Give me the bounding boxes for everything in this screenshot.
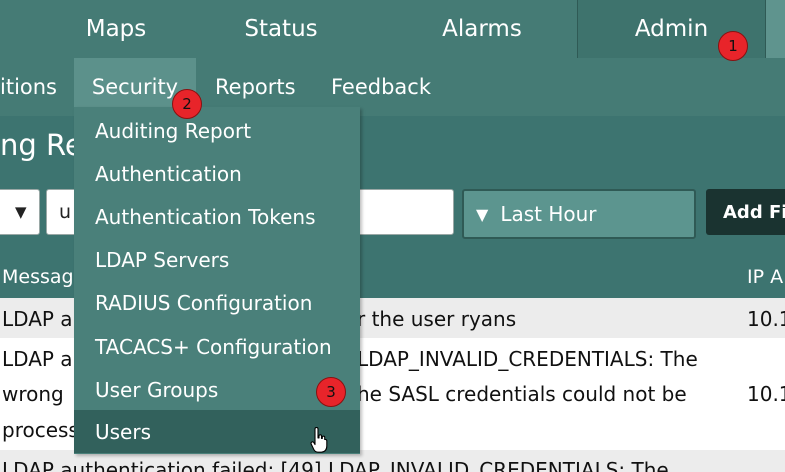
table-cell-message: LDAP a — [2, 307, 73, 331]
table-cell-ip: 10.1 — [747, 382, 785, 406]
table-cell-message: process — [2, 418, 79, 442]
table-cell-message: LDAP authentication failed: [49] LDAP_IN… — [2, 458, 669, 472]
menu-item-authentication[interactable]: Authentication — [74, 152, 360, 195]
tab-alarms[interactable]: Alarms — [412, 0, 552, 58]
table-cell-message: r the user ryans — [357, 307, 517, 331]
subnav-item-definitions[interactable]: itions — [0, 58, 70, 116]
filter-text-value: u — [59, 201, 72, 223]
step-badge-1: 1 — [718, 31, 748, 61]
table-cell-message: wrong — [2, 382, 64, 406]
tab-maps[interactable]: Maps — [60, 0, 172, 58]
column-header-message[interactable]: Messag — [2, 255, 74, 298]
field-select[interactable]: ▼ — [0, 189, 40, 235]
menu-item-ldap-servers[interactable]: LDAP Servers — [74, 238, 360, 281]
table-cell-message: LDAP a — [2, 347, 73, 371]
menu-item-auditing-report[interactable]: Auditing Report — [74, 109, 360, 152]
step-badge-3: 3 — [316, 377, 346, 407]
menu-item-tacacs-configuration[interactable]: TACACS+ Configuration — [74, 325, 360, 368]
pointer-hand-icon — [310, 427, 328, 453]
table-cell-ip: 10.1 — [747, 307, 785, 331]
tab-status[interactable]: Status — [215, 0, 347, 58]
step-badge-2: 2 — [172, 89, 202, 119]
time-range-select[interactable]: ▼ Last Hour — [462, 189, 696, 239]
table-cell-message: LDAP_INVALID_CREDENTIALS: The — [357, 347, 698, 371]
add-filter-button[interactable]: Add Fil — [706, 189, 785, 235]
table-cell-message: he SASL credentials could not be — [357, 382, 687, 406]
menu-item-authentication-tokens[interactable]: Authentication Tokens — [74, 195, 360, 238]
time-range-value: Last Hour — [500, 202, 597, 226]
column-header-ip[interactable]: IP A — [747, 255, 783, 298]
triangle-down-icon: ▼ — [15, 203, 27, 221]
menu-item-radius-configuration[interactable]: RADIUS Configuration — [74, 281, 360, 324]
tab-overflow[interactable] — [765, 0, 785, 59]
triangle-down-icon: ▼ — [476, 204, 489, 224]
